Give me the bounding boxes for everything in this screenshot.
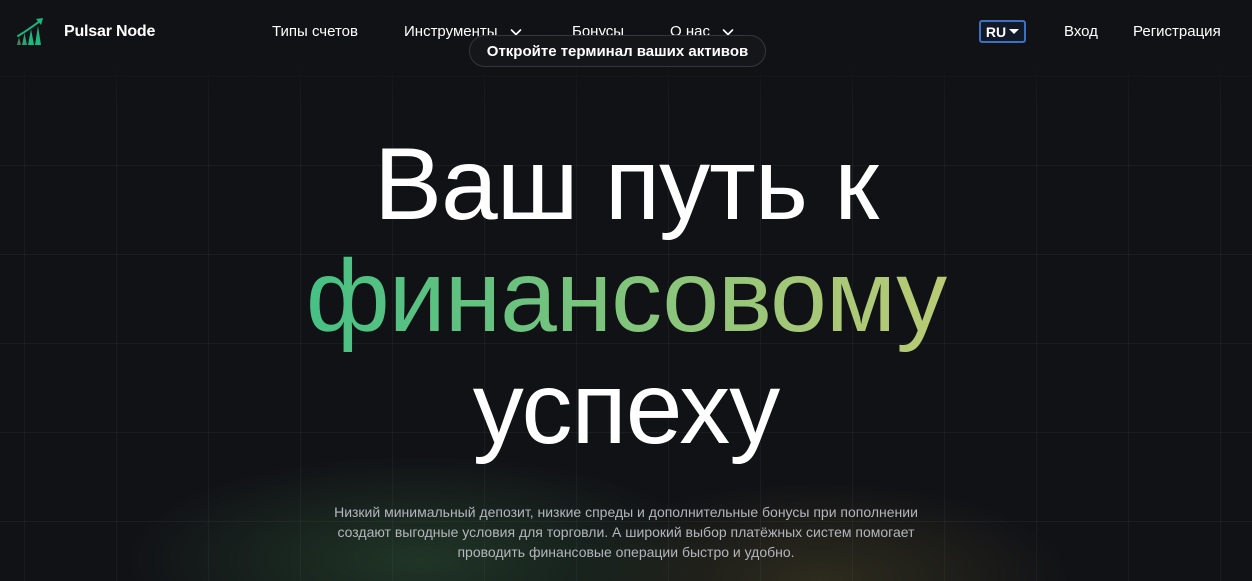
hero-title-line-3: успеху — [472, 351, 781, 465]
hero-subtitle: Низкий минимальный депозит, низкие спред… — [334, 504, 918, 560]
nav-account-types[interactable]: Типы счетов — [272, 23, 358, 40]
hero-title: Ваш путь к финансовому успеху — [0, 128, 1252, 464]
hero-title-line-2: финансовому — [0, 240, 1252, 352]
language-value: RU — [985, 23, 1007, 40]
caret-down-icon — [1009, 29, 1020, 34]
hero-title-line-1: Ваш путь к — [374, 127, 879, 241]
logo-link[interactable]: Pulsar Node — [14, 15, 155, 49]
register-link[interactable]: Регистрация — [1133, 23, 1221, 40]
brand-name: Pulsar Node — [64, 23, 156, 40]
hero-badge[interactable]: Откройте терминал ваших активов — [469, 35, 766, 67]
language-select[interactable]: RU — [979, 20, 1026, 43]
bar-chart-arrow-icon — [17, 18, 43, 45]
login-link[interactable]: Вход — [1064, 23, 1098, 40]
